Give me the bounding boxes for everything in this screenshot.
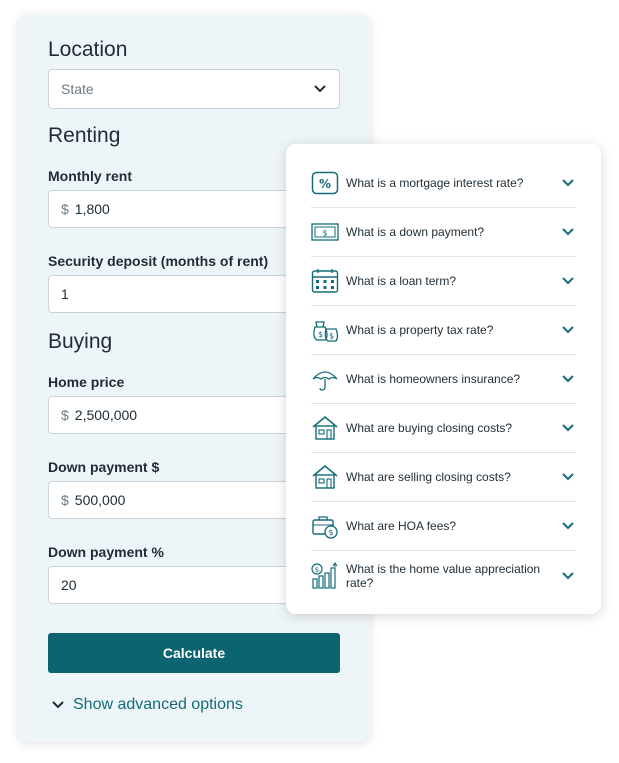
down-payment-value: 500,000 <box>74 492 126 508</box>
money-bags-icon: $ $ <box>311 316 339 344</box>
chevron-down-icon <box>562 179 574 187</box>
svg-text:$: $ <box>329 332 334 341</box>
monthly-rent-label: Monthly rent <box>48 168 132 184</box>
house-icon <box>311 414 339 442</box>
svg-text:%: % <box>319 177 331 191</box>
chevron-down-icon <box>562 277 574 285</box>
dollar-prefix: $ <box>61 201 69 217</box>
home-price-label: Home price <box>48 374 125 390</box>
home-price-value: 2,500,000 <box>74 407 138 423</box>
chevron-down-icon <box>562 326 574 334</box>
faq-item-homeowners-insurance[interactable]: What is homeowners insurance? <box>311 355 576 404</box>
faq-question: What is a loan term? <box>346 274 457 288</box>
svg-text:$: $ <box>315 566 319 574</box>
house-icon <box>311 463 339 491</box>
location-title: Location <box>48 38 128 61</box>
faq-question: What is homeowners insurance? <box>346 372 521 386</box>
faq-question: What is the home value appreciation rate… <box>346 561 541 590</box>
svg-text:$: $ <box>318 330 323 339</box>
faq-item-mortgage-interest-rate[interactable]: % What is a mortgage interest rate? <box>311 159 576 208</box>
down-payment-pct-label: Down payment % <box>48 544 164 560</box>
briefcase-coin-icon: $ <box>311 512 339 540</box>
faq-item-loan-term[interactable]: What is a loan term? <box>311 257 576 306</box>
cash-bill-icon: $ <box>311 218 339 246</box>
chevron-down-icon <box>52 701 64 709</box>
faq-item-hoa-fees[interactable]: $ What are HOA fees? <box>311 502 576 551</box>
percent-icon: % <box>311 169 339 197</box>
faq-item-property-tax-rate[interactable]: $ $ What is a property tax rate? <box>311 306 576 355</box>
bar-chart-dollar-icon: $ <box>311 561 339 590</box>
monthly-rent-value: 1,800 <box>74 201 110 217</box>
faq-question: What are buying closing costs? <box>346 421 513 435</box>
chevron-down-icon <box>562 522 574 530</box>
show-advanced-options-toggle[interactable]: Show advanced options <box>51 696 243 714</box>
renting-title: Renting <box>48 124 121 147</box>
svg-text:$: $ <box>328 528 333 537</box>
chevron-down-icon <box>562 424 574 432</box>
chevron-down-icon <box>314 85 326 93</box>
calendar-icon <box>311 267 339 295</box>
dollar-prefix: $ <box>61 407 69 423</box>
faq-question: What are HOA fees? <box>346 519 457 533</box>
svg-text:$: $ <box>322 229 327 238</box>
faq-item-home-value-appreciation-rate[interactable]: $ What is the home value appreciation ra… <box>311 551 576 600</box>
faq-item-buying-closing-costs[interactable]: What are buying closing costs? <box>311 404 576 453</box>
state-select[interactable]: State <box>48 69 340 109</box>
faq-question: What is a down payment? <box>346 225 485 239</box>
buying-title: Buying <box>48 330 113 353</box>
down-payment-label: Down payment $ <box>48 459 160 475</box>
chevron-down-icon <box>562 228 574 236</box>
faq-question: What are selling closing costs? <box>346 470 511 484</box>
faq-item-selling-closing-costs[interactable]: What are selling closing costs? <box>311 453 576 502</box>
chevron-down-icon <box>562 473 574 481</box>
chevron-down-icon <box>562 571 574 579</box>
state-select-value: State <box>61 81 94 97</box>
down-payment-pct-value: 20 <box>61 577 77 593</box>
security-deposit-label: Security deposit (months of rent) <box>48 253 269 269</box>
faq-question: What is a mortgage interest rate? <box>346 176 524 190</box>
faq-panel: % What is a mortgage interest rate? $ Wh… <box>286 144 601 614</box>
faq-question: What is a property tax rate? <box>346 323 494 337</box>
show-advanced-options-label: Show advanced options <box>73 696 243 713</box>
umbrella-icon <box>311 365 339 393</box>
dollar-prefix: $ <box>61 492 69 508</box>
security-deposit-value: 1 <box>61 286 69 302</box>
chevron-down-icon <box>562 375 574 383</box>
calculate-button[interactable]: Calculate <box>48 633 340 673</box>
faq-item-down-payment[interactable]: $ What is a down payment? <box>311 208 576 257</box>
